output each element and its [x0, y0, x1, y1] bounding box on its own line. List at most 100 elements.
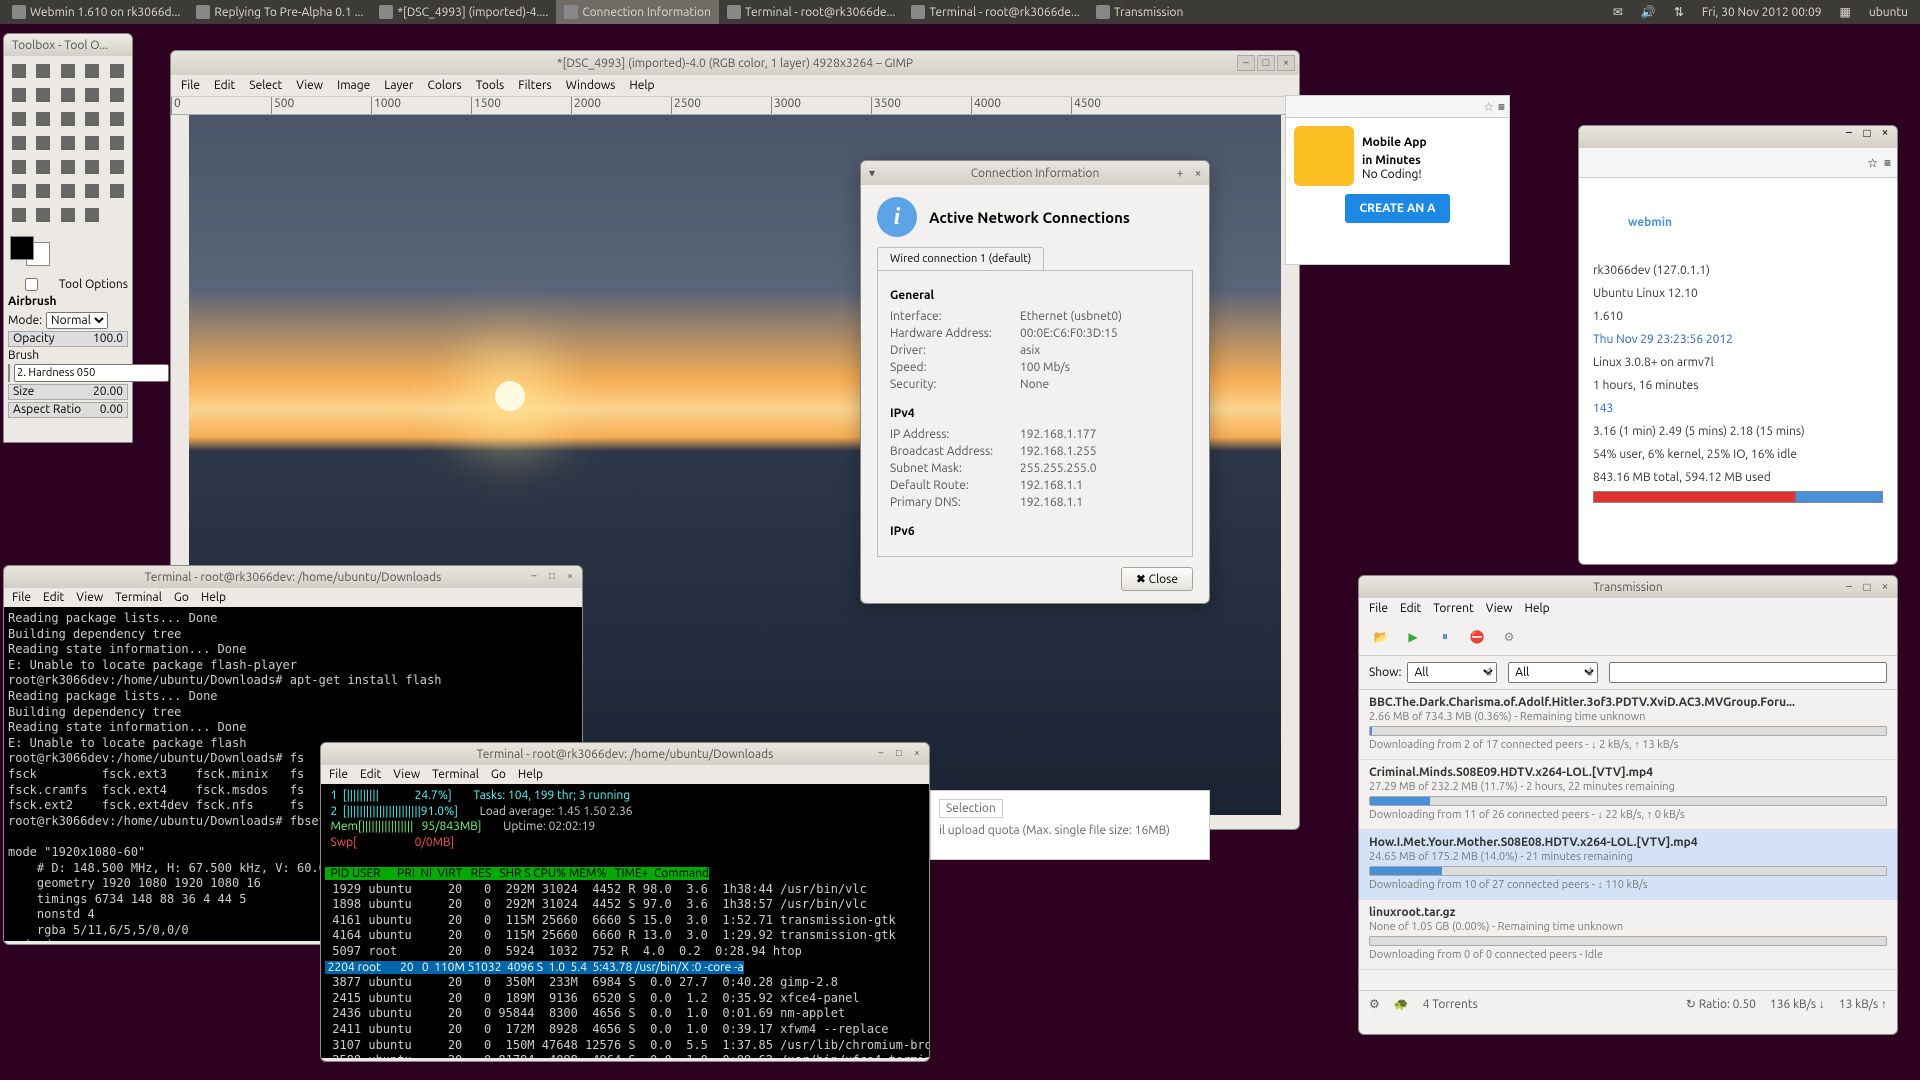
webmin-time-link[interactable]: Thu Nov 29 23:23:56 2012: [1593, 328, 1883, 351]
menu-edit[interactable]: Edit: [214, 79, 235, 92]
menu-terminal[interactable]: Terminal: [115, 591, 162, 604]
menu-edit[interactable]: Edit: [360, 768, 381, 781]
minimize-button[interactable]: –: [1237, 55, 1255, 71]
torrent-item[interactable]: Criminal.Minds.S08E09.HDTV.x264-LOL.[VTV…: [1359, 760, 1897, 830]
color-swatch[interactable]: [10, 236, 50, 266]
menu-view[interactable]: View: [296, 79, 323, 92]
pause-button[interactable]: ⏸: [1433, 625, 1457, 649]
torrent-item[interactable]: linuxroot.tar.gzNone of 1.05 GB (0.00%) …: [1359, 900, 1897, 970]
minimize-button[interactable]: –: [526, 570, 542, 584]
menu-layer[interactable]: Layer: [384, 79, 413, 92]
measure-tool[interactable]: [8, 108, 30, 130]
airbrush-tool[interactable]: [32, 180, 54, 202]
rotate-tool[interactable]: [106, 108, 128, 130]
color-select-tool[interactable]: [106, 60, 128, 82]
eraser-tool[interactable]: [8, 180, 30, 202]
search-input[interactable]: [1609, 662, 1887, 683]
dodge-tool[interactable]: [81, 204, 103, 226]
foreground-tool[interactable]: [32, 84, 54, 106]
maximize-button[interactable]: □: [1257, 55, 1275, 71]
open-torrent-button[interactable]: 📂: [1369, 625, 1393, 649]
pencil-tool[interactable]: [81, 156, 103, 178]
menu-edit[interactable]: Edit: [1400, 602, 1421, 615]
menu-help[interactable]: Help: [201, 591, 226, 604]
brush-name[interactable]: [14, 364, 169, 382]
free-select-tool[interactable]: [57, 60, 79, 82]
remove-button[interactable]: ⛔: [1465, 625, 1489, 649]
close-button[interactable]: ×: [1191, 167, 1205, 180]
scissors-tool[interactable]: [8, 84, 30, 106]
menu-view[interactable]: View: [393, 768, 420, 781]
perspective-tool[interactable]: [57, 132, 79, 154]
fuzzy-select-tool[interactable]: [81, 60, 103, 82]
taskbar-app-button[interactable]: Transmission: [1088, 0, 1192, 24]
scale-tool[interactable]: [8, 132, 30, 154]
terminal-titlebar[interactable]: Terminal - root@rk3066dev: /home/ubuntu/…: [321, 743, 929, 765]
user-menu[interactable]: ubuntu: [1861, 6, 1916, 19]
menu-go[interactable]: Go: [174, 591, 189, 604]
mode-select[interactable]: Normal: [46, 312, 108, 329]
fg-color[interactable]: [10, 236, 34, 260]
status-filter[interactable]: All: [1407, 662, 1497, 683]
crop-tool[interactable]: [81, 108, 103, 130]
menu-torrent[interactable]: Torrent: [1433, 602, 1473, 615]
menu-windows[interactable]: Windows: [566, 79, 616, 92]
selection-button[interactable]: Selection: [939, 799, 1003, 818]
menu-view[interactable]: View: [76, 591, 103, 604]
maximize-button[interactable]: □: [1859, 126, 1875, 140]
transmission-titlebar[interactable]: Transmission –□×: [1359, 576, 1897, 598]
properties-button[interactable]: ⚙: [1497, 625, 1521, 649]
htop-output[interactable]: 1 [|||||||||| 24.7%] Tasks: 104, 199 thr…: [321, 784, 929, 1058]
volume-icon[interactable]: 🔊: [1633, 5, 1664, 19]
menu-edit[interactable]: Edit: [43, 591, 64, 604]
text-tool[interactable]: [8, 156, 30, 178]
browser-menu-icon[interactable]: ≡: [1884, 156, 1891, 170]
menu-tools[interactable]: Tools: [476, 79, 505, 92]
ellipse-select-tool[interactable]: [32, 60, 54, 82]
clock[interactable]: Fri, 30 Nov 2012 00:09: [1694, 6, 1830, 19]
move-tool[interactable]: [32, 108, 54, 130]
torrent-item[interactable]: BBC.The.Dark.Charisma.of.Adolf.Hitler.3o…: [1359, 690, 1897, 760]
menu-help[interactable]: Help: [518, 768, 543, 781]
start-button[interactable]: ▶: [1401, 625, 1425, 649]
menu-file[interactable]: File: [12, 591, 31, 604]
blur-tool[interactable]: [32, 204, 54, 226]
terminal-titlebar[interactable]: Terminal - root@rk3066dev: /home/ubuntu/…: [4, 566, 582, 588]
menu-file[interactable]: File: [1369, 602, 1388, 615]
menu-file[interactable]: File: [181, 79, 200, 92]
paintbrush-tool[interactable]: [106, 156, 128, 178]
menu-colors[interactable]: Colors: [427, 79, 461, 92]
blend-tool[interactable]: [57, 156, 79, 178]
menu-image[interactable]: Image: [337, 79, 370, 92]
shear-tool[interactable]: [32, 132, 54, 154]
flip-tool[interactable]: [81, 132, 103, 154]
taskbar-app-button[interactable]: Webmin 1.610 on rk3066d...: [4, 0, 188, 24]
rect-select-tool[interactable]: [8, 60, 30, 82]
brush-preview[interactable]: [8, 364, 10, 382]
close-button[interactable]: ✖ Close: [1121, 567, 1193, 591]
close-button[interactable]: ×: [1877, 580, 1893, 594]
menu-file[interactable]: File: [329, 768, 348, 781]
close-button[interactable]: ×: [1877, 126, 1893, 140]
close-button[interactable]: ×: [562, 570, 578, 584]
smudge-tool[interactable]: [57, 204, 79, 226]
taskbar-app-button[interactable]: Replying To Pre-Alpha 0.1 ...: [188, 0, 371, 24]
aspect-slider[interactable]: Aspect Ratio0.00: [8, 402, 128, 418]
taskbar-app-button[interactable]: Terminal - root@rk3066de...: [719, 0, 903, 24]
menu-view[interactable]: View: [1486, 602, 1513, 615]
menu-help[interactable]: Help: [1525, 602, 1550, 615]
bookmark-star-icon[interactable]: ☆: [1867, 156, 1878, 170]
connection-tab[interactable]: Wired connection 1 (default): [877, 247, 1044, 270]
mail-indicator-icon[interactable]: ✉: [1605, 5, 1631, 19]
close-button[interactable]: ×: [909, 747, 925, 761]
torrent-item[interactable]: How.I.Met.Your.Mother.S08E08.HDTV.x264-L…: [1359, 830, 1897, 900]
taskbar-app-button[interactable]: Terminal - root@rk3066de...: [903, 0, 1087, 24]
bucket-tool[interactable]: [32, 156, 54, 178]
opacity-slider[interactable]: Opacity100.0: [8, 331, 128, 347]
webmin-procs-link[interactable]: 143: [1593, 397, 1883, 420]
heal-tool[interactable]: [106, 180, 128, 202]
align-tool[interactable]: [57, 108, 79, 130]
maximize-button[interactable]: □: [891, 747, 907, 761]
menu-help[interactable]: Help: [629, 79, 654, 92]
menu-go[interactable]: Go: [491, 768, 506, 781]
